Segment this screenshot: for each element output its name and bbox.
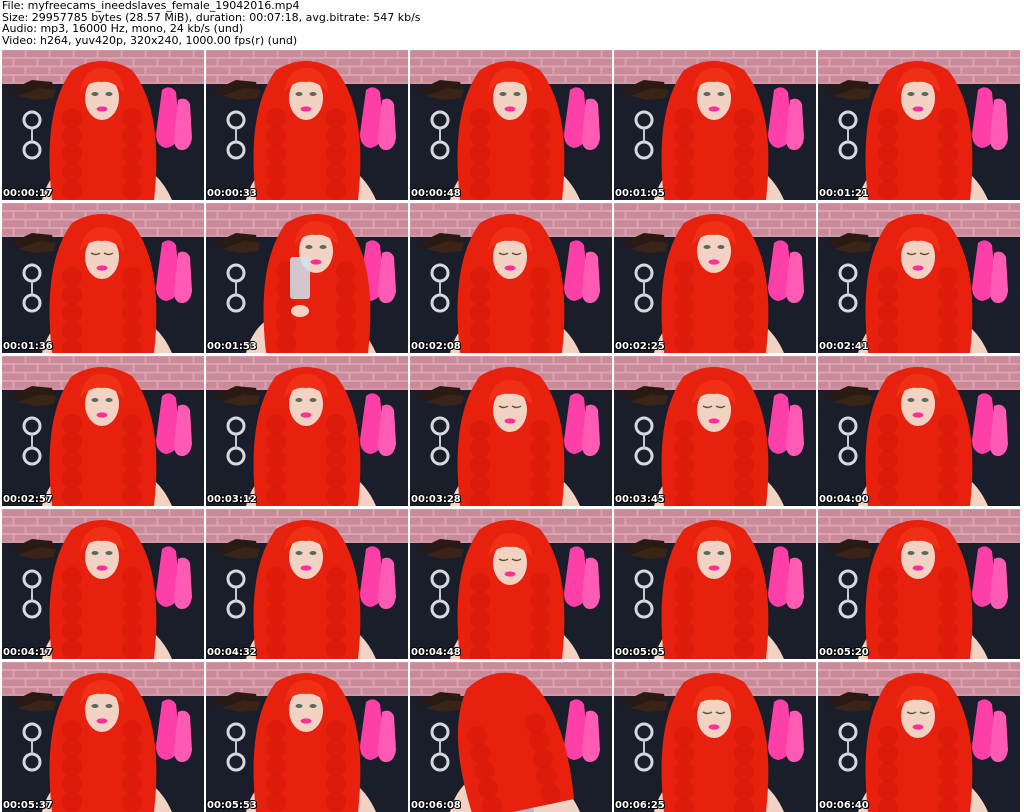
thumbnail-frame-image (818, 203, 1020, 353)
thumbnail-frame-image (614, 50, 816, 200)
video-thumbnail: 00:04:00 (818, 356, 1020, 506)
video-thumbnail: 00:00:33 (206, 50, 408, 200)
thumbnail-timestamp: 00:00:17 (3, 188, 53, 199)
thumbnail-frame-image (614, 662, 816, 812)
thumbnail-timestamp: 00:05:53 (207, 800, 257, 811)
thumbnail-timestamp: 00:01:53 (207, 341, 257, 352)
thumbnail-frame-image (818, 356, 1020, 506)
video-thumbnail: 00:05:05 (614, 509, 816, 659)
video-thumbnail: 00:03:28 (410, 356, 612, 506)
thumbnail-frame-image (206, 50, 408, 200)
thumbnail-timestamp: 00:06:08 (411, 800, 461, 811)
video-thumbnail: 00:04:48 (410, 509, 612, 659)
video-thumbnail: 00:02:08 (410, 203, 612, 353)
video-thumbnail: 00:05:37 (2, 662, 204, 812)
video-thumbnail: 00:06:25 (614, 662, 816, 812)
thumbnail-timestamp: 00:05:05 (615, 647, 665, 658)
thumbnail-frame-image (206, 509, 408, 659)
thumbnail-frame-image (614, 356, 816, 506)
thumbnail-timestamp: 00:03:28 (411, 494, 461, 505)
thumbnail-frame-image (206, 356, 408, 506)
thumbnail-timestamp: 00:04:48 (411, 647, 461, 658)
video-thumbnail: 00:02:57 (2, 356, 204, 506)
thumbnail-frame-image (2, 662, 204, 812)
thumbnail-timestamp: 00:03:12 (207, 494, 257, 505)
thumbnail-frame-image (2, 50, 204, 200)
thumbnail-timestamp: 00:04:17 (3, 647, 53, 658)
thumbnail-timestamp: 00:02:41 (819, 341, 869, 352)
video-thumbnail: 00:01:53 (206, 203, 408, 353)
video-thumbnail: 00:01:05 (614, 50, 816, 200)
video-thumbnail: 00:06:08 (410, 662, 612, 812)
thumbnail-timestamp: 00:02:25 (615, 341, 665, 352)
thumbnail-frame-image (2, 203, 204, 353)
thumbnail-timestamp: 00:04:32 (207, 647, 257, 658)
video-thumbnail: 00:01:36 (2, 203, 204, 353)
thumbnail-timestamp: 00:02:08 (411, 341, 461, 352)
video-thumbnail: 00:04:17 (2, 509, 204, 659)
video-thumbnail: 00:00:17 (2, 50, 204, 200)
thumbnail-frame-image (206, 662, 408, 812)
thumbnail-frame-image (410, 509, 612, 659)
video-thumbnail: 00:05:20 (818, 509, 1020, 659)
thumbnail-timestamp: 00:05:20 (819, 647, 869, 658)
thumbnail-frame-image (818, 509, 1020, 659)
thumbnail-frame-image (2, 356, 204, 506)
video-thumbnail: 00:06:40 (818, 662, 1020, 812)
thumbnail-timestamp: 00:01:36 (3, 341, 53, 352)
audio-info-line: Audio: mp3, 16000 Hz, mono, 24 kb/s (und… (2, 22, 244, 35)
thumbnail-timestamp: 00:06:40 (819, 800, 869, 811)
thumbnail-frame-image (410, 203, 612, 353)
thumbnail-timestamp: 00:00:48 (411, 188, 461, 199)
thumbnail-frame-image (818, 662, 1020, 812)
video-thumbnail: 00:02:25 (614, 203, 816, 353)
video-thumbnail: 00:04:32 (206, 509, 408, 659)
file-name-line: File: myfreecams_ineedslaves_female_1904… (2, 0, 300, 12)
thumbnail-frame-image (410, 50, 612, 200)
video-info-line: Video: h264, yuv420p, 320x240, 1000.00 f… (2, 33, 298, 47)
thumbnail-frame-image (206, 203, 408, 353)
thumbnail-frame-image (2, 509, 204, 659)
thumbnail-timestamp: 00:05:37 (3, 800, 53, 811)
thumbnail-timestamp: 00:01:21 (819, 188, 869, 199)
thumbnail-grid: 00:00:17 00:00:33 00:00:48 00:01:05 00:01:21… (2, 50, 1022, 812)
thumbnail-frame-image (410, 356, 612, 506)
video-thumbnail: 00:02:41 (818, 203, 1020, 353)
thumbnail-frame-image (410, 662, 612, 812)
thumbnail-frame-image (614, 203, 816, 353)
thumbnail-frame-image (818, 50, 1020, 200)
thumbnail-timestamp: 00:03:45 (615, 494, 665, 505)
file-info-header: File: myfreecams_ineedslaves_female_1904… (2, 0, 1022, 46)
video-thumbnail: 00:03:45 (614, 356, 816, 506)
video-thumbnail: 00:00:48 (410, 50, 612, 200)
thumbnail-timestamp: 00:04:00 (819, 494, 869, 505)
video-thumbnail: 00:05:53 (206, 662, 408, 812)
thumbnail-frame-image (614, 509, 816, 659)
thumbnail-timestamp: 00:02:57 (3, 494, 53, 505)
thumbnail-timestamp: 00:01:05 (615, 188, 665, 199)
video-thumbnail: 00:03:12 (206, 356, 408, 506)
thumbnail-timestamp: 00:06:25 (615, 800, 665, 811)
video-thumbnail: 00:01:21 (818, 50, 1020, 200)
thumbnail-timestamp: 00:00:33 (207, 188, 257, 199)
